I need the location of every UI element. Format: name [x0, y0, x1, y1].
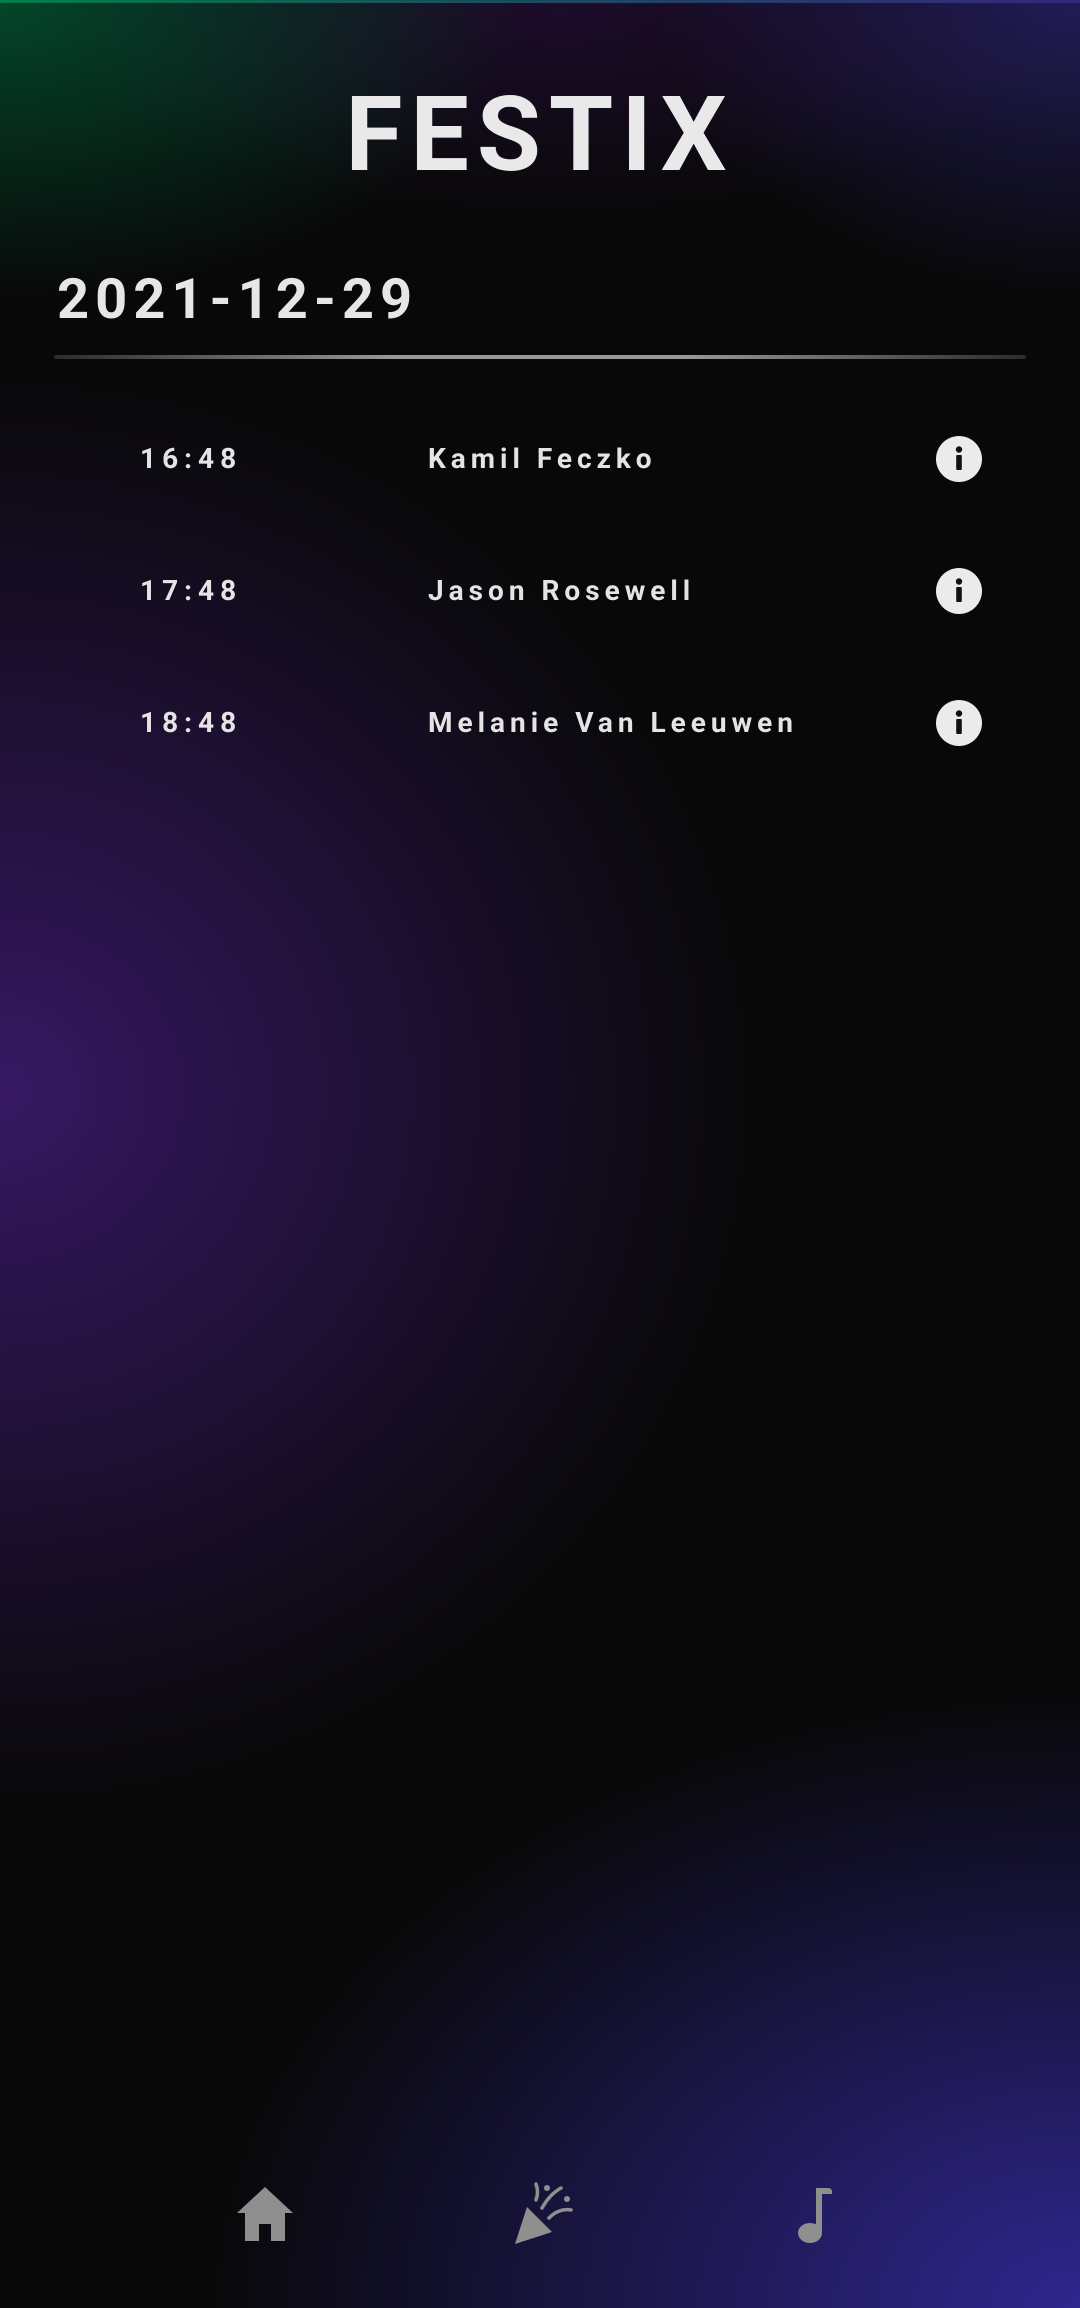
set-time: 18:48	[140, 706, 243, 739]
set-time: 17:48	[140, 574, 243, 607]
top-gradient-edge	[0, 0, 1080, 3]
divider	[54, 355, 1026, 359]
nav-home[interactable]	[230, 2180, 300, 2250]
bottom-nav	[0, 2180, 1080, 2250]
info-icon	[955, 446, 963, 470]
info-icon	[955, 578, 963, 602]
party-popper-icon	[515, 2182, 573, 2244]
artist-name: Kamil Feczko	[428, 442, 657, 475]
schedule-row: 16:48 Kamil Feczko	[0, 414, 1080, 504]
info-icon	[955, 710, 963, 734]
schedule-date: 2021-12-29	[57, 266, 419, 332]
info-button[interactable]	[936, 700, 982, 746]
artist-name: Melanie Van Leeuwen	[428, 706, 798, 739]
artist-name: Jason Rosewell	[428, 574, 696, 607]
info-button[interactable]	[936, 568, 982, 614]
info-button[interactable]	[936, 436, 982, 482]
nav-events[interactable]	[507, 2180, 577, 2250]
schedule-row: 17:48 Jason Rosewell	[0, 546, 1080, 636]
home-icon	[237, 2187, 293, 2241]
nav-music[interactable]	[780, 2180, 850, 2250]
set-time: 16:48	[140, 442, 243, 475]
app-title: FESTIX	[345, 75, 735, 196]
music-note-icon	[798, 2188, 832, 2243]
schedule-row: 18:48 Melanie Van Leeuwen	[0, 678, 1080, 768]
